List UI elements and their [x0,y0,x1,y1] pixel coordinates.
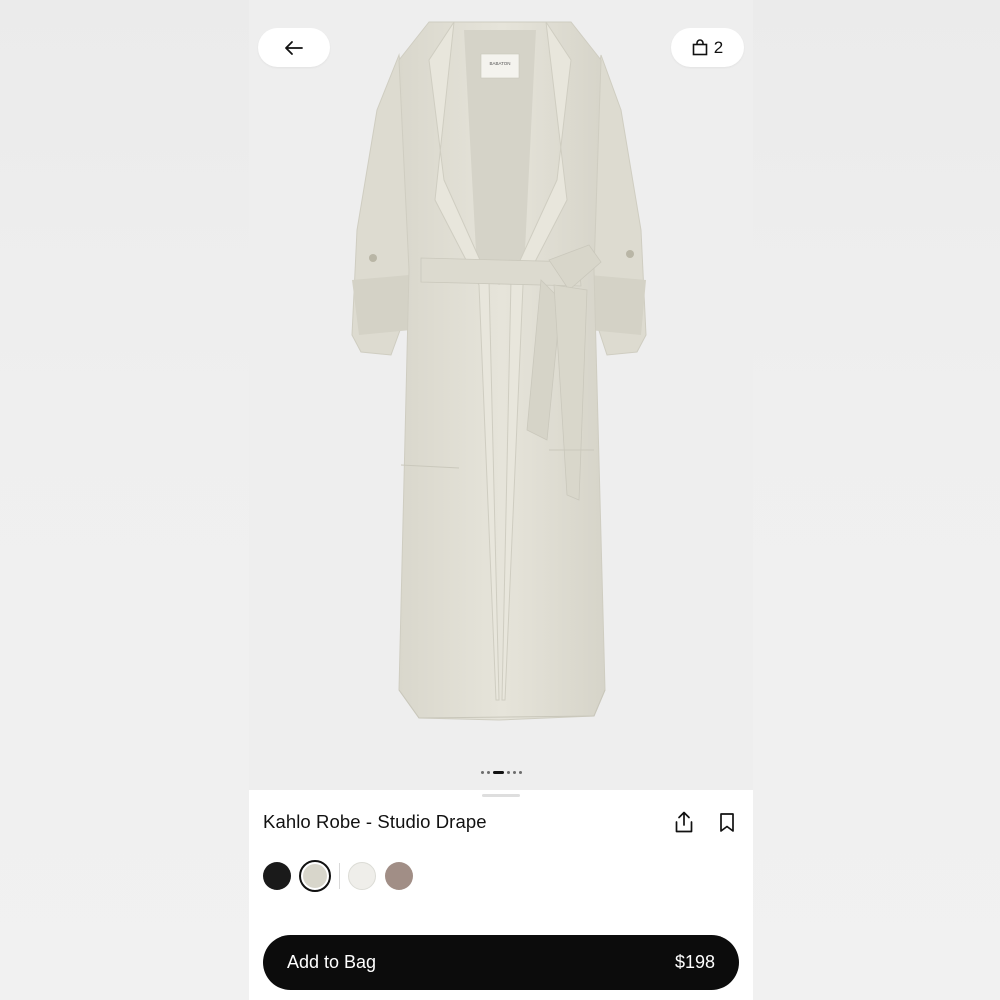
color-swatch-taupe[interactable] [385,862,413,890]
pagination-dot[interactable] [513,771,516,774]
background-blur-right [753,0,1000,1000]
background-blur-left [0,0,249,1000]
add-to-bag-button[interactable]: Add to Bag $198 [263,935,739,990]
color-swatch-stone[interactable] [299,860,331,892]
shopping-bag-icon [692,39,708,56]
cart-button[interactable]: 2 [671,28,744,67]
pagination-dot[interactable] [487,771,490,774]
back-button[interactable] [258,28,330,67]
color-swatch-white[interactable] [348,862,376,890]
color-swatch-black[interactable] [263,862,291,890]
color-swatches [263,860,413,892]
product-image-gallery[interactable]: BABATON 2 [249,0,753,790]
product-image: BABATON [351,21,647,721]
product-title: Kahlo Robe - Studio Drape [263,811,487,832]
pagination-dot[interactable] [481,771,484,774]
pagination-dot[interactable] [507,771,510,774]
price-label: $198 [674,952,715,972]
sheet-drag-handle[interactable] [482,794,520,797]
pagination-dot-active[interactable] [493,771,504,774]
product-screen: BABATON 2 Kahlo Robe - Studio Drape Add … [249,0,753,1000]
brand-label-text: BABATON [489,61,510,66]
cart-count: 2 [713,38,724,57]
swatch-divider [339,863,340,889]
arrow-left-icon [285,40,303,55]
add-to-bag-label: Add to Bag [287,952,377,972]
share-icon[interactable] [673,810,695,834]
pagination-dot[interactable] [519,771,522,774]
gallery-pagination [481,771,522,774]
bookmark-icon[interactable] [718,812,736,833]
